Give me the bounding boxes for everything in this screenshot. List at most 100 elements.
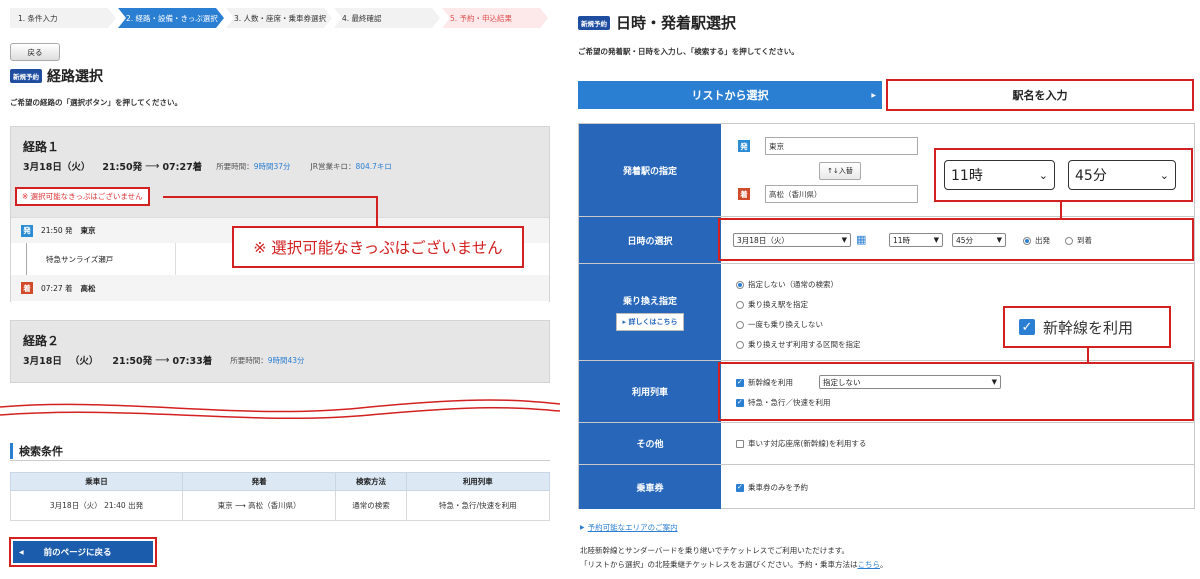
- big-minute-value: 45分: [1075, 168, 1107, 184]
- transfer-option-label: 乗り換え駅を指定: [748, 300, 808, 309]
- route-2-arr-time: 07:33着: [172, 356, 213, 367]
- arrival-station-input[interactable]: 高松（香川県）: [765, 185, 918, 203]
- datetime-label: 日時の選択: [579, 217, 721, 263]
- route-card-2: 経路２ 3月18日 （火） 21:50発 ⟶ 07:33着 所要時間： 9時間4…: [10, 320, 550, 383]
- dep-station: 東京: [80, 226, 96, 235]
- route-1-distance: 804.7キロ: [355, 161, 392, 171]
- step-1: 1. 条件入力: [10, 8, 116, 28]
- area-guide-link[interactable]: 予約可能なエリアのご案内: [588, 522, 678, 533]
- transfer-option[interactable]: 指定しない（通常の検索）: [736, 279, 838, 290]
- station-label: 発着駅の指定: [579, 124, 721, 216]
- footer-note-2-text: 「リストから選択」の北陸乗継チケットレスをお選びください。予約・乗車方法は: [580, 560, 858, 569]
- footer-note-1: 北陸新幹線とサンダーバードを乗り継いでチケットレスでご利用いただけます。: [580, 546, 849, 555]
- route-1-distance-label: JR営業キロ：: [310, 161, 356, 171]
- route-1-duration-label: 所要時間：: [216, 161, 254, 171]
- departure-badge-icon: 発: [21, 224, 33, 237]
- route-1-date: 3月18日（火）: [23, 162, 91, 173]
- radio-icon: [736, 340, 744, 349]
- step-2: 2. 経路・設備・きっぷ選択: [118, 8, 224, 28]
- tab-list-label: リストから選択: [691, 89, 769, 102]
- new-reservation-tag: 新規予約: [578, 15, 610, 30]
- arrival-badge-icon: 着: [738, 188, 750, 200]
- big-hour-value: 11時: [951, 168, 983, 184]
- departure-station-input[interactable]: 東京: [765, 137, 918, 155]
- ticket-only-checkbox[interactable]: 乗車券のみを予約: [736, 482, 808, 493]
- caret-left-icon: ◀: [19, 548, 24, 556]
- arr-station: 高松: [80, 283, 96, 293]
- transfer-label: 乗り換え指定: [622, 296, 677, 307]
- cond-from: 東京: [217, 501, 233, 510]
- row-other: その他 車いす対応座席(新幹線)を利用する: [579, 423, 1194, 465]
- route-2-date: 3月18日: [23, 356, 62, 367]
- dep-station-time: 21:50 発: [41, 226, 73, 235]
- transfer-option[interactable]: 乗り換えせず利用する区間を指定: [736, 339, 861, 350]
- cond-trains: 特急・急行/快速を利用: [405, 490, 551, 521]
- search-conditions-title: 検索条件: [10, 443, 63, 459]
- transfer-option[interactable]: 一度も乗り換えしない: [736, 319, 823, 330]
- route-1-warning: ※ 選択可能なきっぷはございません: [15, 187, 150, 206]
- route-2-name: 経路２: [23, 334, 60, 348]
- prev-page-label: 前のページに戻る: [43, 548, 112, 558]
- route-2-summary: 3月18日 （火） 21:50発 ⟶ 07:33着 所要時間： 9時間43分: [23, 353, 305, 368]
- callout-connector: [163, 196, 377, 198]
- back-button[interactable]: 戻る: [10, 43, 60, 61]
- area-link-row: ▶ 予約可能なエリアのご案内: [580, 522, 678, 533]
- shinkansen-callout-label: 新幹線を利用: [1043, 318, 1134, 337]
- arrow-right-icon: ⟶: [145, 160, 160, 172]
- chevron-down-icon: ⌄: [1159, 168, 1169, 182]
- footer-note-2: 「リストから選択」の北陸乗継チケットレスをお選びください。予約・乗車方法はこちら…: [580, 559, 888, 570]
- radio-icon: [736, 280, 744, 289]
- swap-button[interactable]: ↑↓入替: [819, 162, 861, 180]
- trains-highlight: [718, 362, 1194, 421]
- shinkansen-callout: ✓ 新幹線を利用: [1003, 306, 1171, 348]
- departure-badge-icon: 発: [738, 140, 750, 152]
- arrow-right-icon: ⟶: [235, 501, 246, 510]
- caret-right-icon: ▶: [580, 524, 585, 531]
- transfer-option-label: 一度も乗り換えしない: [748, 320, 823, 329]
- route-1-summary: 3月18日（火） 21:50発 ⟶ 07:27着 所要時間： 9時間37分 JR…: [23, 159, 392, 174]
- radio-icon: [736, 320, 744, 329]
- col-method: 検索方法: [335, 472, 407, 491]
- tab-station-input[interactable]: 駅名を入力: [886, 79, 1194, 111]
- route-1-duration: 9時間37分: [253, 161, 291, 171]
- arrival-badge-icon: 着: [21, 282, 33, 294]
- callout-connector-v: [376, 196, 378, 226]
- progress-steps: 1. 条件入力 2. 経路・設備・きっぷ選択 3. 人数・座席・乗車券選択 4.…: [10, 8, 550, 28]
- transfer-option[interactable]: 乗り換え駅を指定: [736, 299, 808, 310]
- train-name: 特急サンライズ瀬戸: [31, 243, 176, 275]
- warning-callout: ※ 選択可能なきっぷはございません: [232, 226, 524, 268]
- tab-list-select[interactable]: リストから選択 ▶: [578, 81, 882, 109]
- row-ticket: 乗車券 乗車券のみを予約: [579, 465, 1194, 509]
- omission-wave-icon: [0, 399, 560, 420]
- route-2-dow: （火）: [69, 356, 99, 367]
- right-header: 新規予約 日時・発着駅選択: [578, 12, 736, 33]
- big-minute-select[interactable]: 45分 ⌄: [1068, 160, 1176, 190]
- col-date: 乗車日: [10, 472, 183, 491]
- wheelchair-checkbox[interactable]: 車いす対応座席(新幹線)を利用する: [736, 438, 866, 449]
- ticket-label: 乗車券: [579, 465, 721, 509]
- prev-page-button[interactable]: ◀ 前のページに戻る: [13, 541, 153, 563]
- route-line: [26, 243, 27, 275]
- checkbox-icon: [736, 483, 744, 492]
- ticket-only-label: 乗車券のみを予約: [748, 483, 808, 492]
- right-description: ご希望の発着駅・日時を入力し、「検索する」を押してください。: [578, 47, 799, 56]
- col-route: 発着: [181, 472, 337, 491]
- chevron-down-icon: ⌄: [1038, 168, 1048, 182]
- footer-note-2-end: 。: [880, 560, 888, 569]
- step-4: 4. 最終確認: [334, 8, 440, 28]
- cond-to: 高松（香川県）: [248, 501, 301, 510]
- details-button[interactable]: ▸ 詳しくはこちら: [615, 312, 685, 331]
- trains-label: 利用列車: [579, 361, 721, 422]
- big-hour-select[interactable]: 11時 ⌄: [944, 160, 1055, 190]
- search-conditions-table: 乗車日 発着 検索方法 利用列車 3月18日（火） 21:40 出発 東京 ⟶ …: [10, 472, 551, 521]
- here-link[interactable]: こちら: [858, 560, 881, 569]
- cond-method: 通常の検索: [335, 490, 407, 521]
- time-callout: 11時 ⌄ 45分 ⌄: [934, 148, 1193, 202]
- route-2-duration-label: 所要時間：: [230, 355, 268, 365]
- radio-icon: [736, 300, 744, 309]
- page-header: 新規予約 経路選択: [10, 66, 103, 86]
- checkbox-checked-icon: ✓: [1019, 319, 1035, 335]
- cond-date: 3月18日（火） 21:40 出発: [10, 490, 183, 521]
- step-5: 5. 予約・申込結果: [442, 8, 548, 28]
- checkbox-icon: [736, 439, 744, 448]
